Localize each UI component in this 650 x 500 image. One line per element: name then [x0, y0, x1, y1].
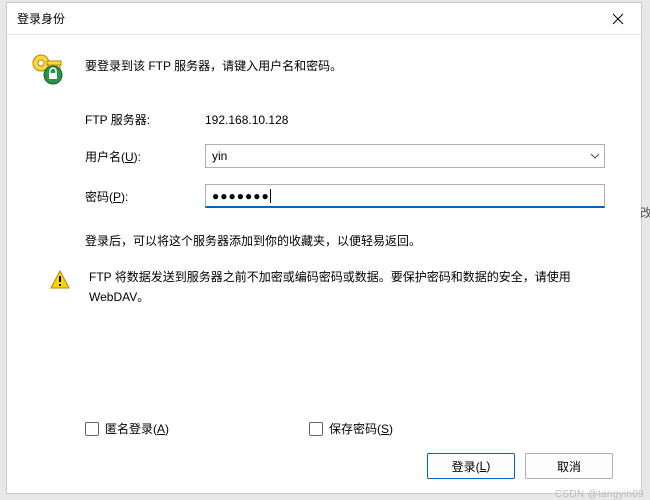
- cancel-button[interactable]: 取消: [525, 453, 613, 479]
- favorites-hint: 登录后，可以将这个服务器添加到你的收藏夹，以便轻易返回。: [85, 232, 617, 249]
- server-row: FTP 服务器: 192.168.10.128: [85, 111, 617, 128]
- username-row: 用户名(U): yin: [85, 144, 617, 168]
- checkbox-box: [85, 422, 99, 436]
- intro-row: 要登录到该 FTP 服务器，请键入用户名和密码。: [31, 53, 617, 89]
- key-lock-icon: [31, 53, 67, 89]
- dialog-title: 登录身份: [17, 10, 65, 27]
- server-value: 192.168.10.128: [205, 113, 288, 127]
- password-input[interactable]: ●●●●●●●: [205, 184, 605, 208]
- login-button[interactable]: 登录(L): [427, 453, 515, 479]
- checkbox-box: [309, 422, 323, 436]
- server-label: FTP 服务器:: [85, 111, 205, 128]
- password-row: 密码(P): ●●●●●●●: [85, 184, 617, 208]
- username-value: yin: [212, 149, 598, 163]
- truncated-text: 改: [640, 204, 650, 221]
- button-row: 登录(L) 取消: [31, 453, 617, 479]
- checkbox-row: 匿名登录(A) 保存密码(S): [85, 420, 617, 437]
- intro-text: 要登录到该 FTP 服务器，请键入用户名和密码。: [85, 53, 342, 74]
- chevron-down-icon: [590, 153, 600, 159]
- warning-icon: [49, 269, 71, 291]
- password-label: 密码(P):: [85, 188, 205, 205]
- username-input[interactable]: yin: [205, 144, 605, 168]
- username-label: 用户名(U):: [85, 148, 205, 165]
- login-dialog: 登录身份 要登录到该 FTP 服务器，请键入用户名和密码。 FTP 服务: [6, 2, 642, 494]
- warning-text: FTP 将数据发送到服务器之前不加密或编码密码或数据。要保护密码和数据的安全，请…: [89, 267, 617, 308]
- form-area: FTP 服务器: 192.168.10.128 用户名(U): yin 密码(P…: [85, 111, 617, 224]
- watermark: CSDN @tangyin09: [555, 489, 644, 500]
- save-password-checkbox[interactable]: 保存密码(S): [309, 420, 393, 437]
- titlebar: 登录身份: [7, 3, 641, 35]
- close-button[interactable]: [595, 3, 641, 34]
- password-value: ●●●●●●●: [212, 189, 270, 203]
- anonymous-label: 匿名登录(A): [105, 420, 169, 437]
- anonymous-login-checkbox[interactable]: 匿名登录(A): [85, 420, 169, 437]
- close-icon: [612, 13, 624, 25]
- warning-row: FTP 将数据发送到服务器之前不加密或编码密码或数据。要保护密码和数据的安全，请…: [49, 267, 617, 308]
- save-password-label: 保存密码(S): [329, 420, 393, 437]
- dialog-content: 要登录到该 FTP 服务器，请键入用户名和密码。 FTP 服务器: 192.16…: [7, 35, 641, 493]
- text-cursor: [270, 189, 271, 203]
